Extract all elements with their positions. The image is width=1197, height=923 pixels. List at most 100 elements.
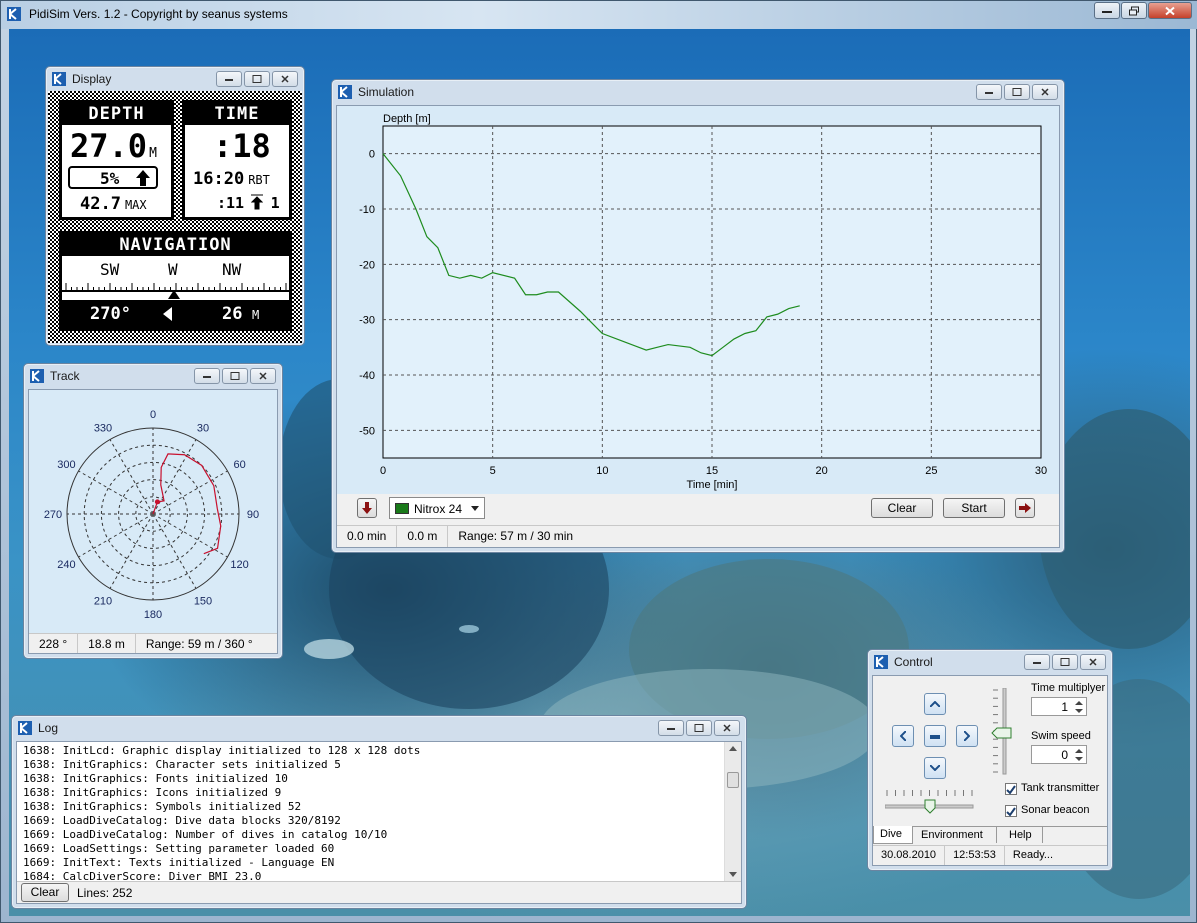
tab-dive[interactable]: Dive: [873, 826, 913, 844]
stop-button[interactable]: [924, 725, 946, 747]
sonar-beacon-label: Sonar beacon: [1021, 804, 1090, 816]
polar-angle-label: 300: [57, 459, 75, 471]
log-close-button[interactable]: [714, 720, 740, 736]
log-maximize-button[interactable]: [686, 720, 712, 736]
compass-dir-nw: NW: [222, 260, 242, 279]
display-close-button[interactable]: [272, 71, 298, 87]
compass-dir-sw: SW: [100, 260, 120, 279]
right-button[interactable]: [956, 725, 978, 747]
start-button[interactable]: Start: [943, 498, 1005, 518]
distance-value: 26: [222, 304, 243, 324]
down-button[interactable]: [924, 757, 946, 779]
window-icon: [874, 655, 888, 669]
simulation-minimize-button[interactable]: [976, 84, 1002, 100]
polar-angle-label: 330: [94, 422, 112, 434]
scroll-down-icon[interactable]: [729, 872, 737, 877]
depth-value: 27.0: [70, 127, 148, 165]
log-line: 1638: InitLcd: Graphic display initializ…: [23, 744, 421, 757]
ascent-rate-box: 5%: [68, 166, 158, 189]
display-maximize-button[interactable]: [244, 71, 270, 87]
sonar-beacon-checkbox[interactable]: [1005, 805, 1017, 817]
track-close-button[interactable]: [250, 368, 276, 384]
scroll-up-icon[interactable]: [729, 746, 737, 751]
turn-left-icon: [163, 307, 172, 321]
tank-transmitter-label: Tank transmitter: [1021, 782, 1100, 794]
control-close-button[interactable]: [1080, 654, 1106, 670]
control-client: Time multiplyer 1 Swim speed 0 Tank tran…: [872, 675, 1108, 866]
simulation-window: Simulation 0 5 10 15 20 25 30 0 -10 -20 -30 -40 -50 D…: [331, 79, 1065, 553]
swim-speed-spinner[interactable]: 0: [1031, 745, 1087, 764]
log-scrollbar[interactable]: [724, 742, 741, 881]
tank-transmitter-checkbox[interactable]: [1005, 783, 1017, 795]
time-multiplyer-spinner[interactable]: 1: [1031, 697, 1087, 716]
log-line: 1669: LoadDiveCatalog: Dive data blocks …: [23, 814, 341, 827]
chart-clear-button[interactable]: Clear: [871, 498, 933, 518]
track-distance: 18.8 m: [78, 634, 136, 653]
log-clear-button[interactable]: Clear: [21, 883, 69, 902]
window-icon: [30, 369, 44, 383]
left-button[interactable]: [892, 725, 914, 747]
arrow-down-icon: [362, 502, 372, 514]
descend-button[interactable]: [357, 498, 377, 518]
window-icon: [18, 721, 32, 735]
close-button[interactable]: [1148, 2, 1192, 19]
polar-spoke: [109, 439, 154, 515]
stop-count: 1: [270, 194, 280, 212]
log-title: Log: [38, 721, 59, 735]
chevron-down-icon: [929, 764, 941, 772]
depth-slider[interactable]: [991, 688, 1017, 784]
checkmark-icon: [1006, 785, 1016, 795]
simulation-maximize-button[interactable]: [1004, 84, 1030, 100]
track-range: Range: 59 m / 360 °: [145, 637, 253, 651]
control-time: 12:53:53: [945, 846, 1005, 865]
track-minimize-button[interactable]: [194, 368, 220, 384]
log-minimize-button[interactable]: [658, 720, 684, 736]
close-icon: [1089, 658, 1097, 666]
x-tick-label: 20: [816, 465, 828, 477]
spinner-arrows-icon[interactable]: [1074, 748, 1084, 762]
control-maximize-button[interactable]: [1052, 654, 1078, 670]
polar-angle-label: 90: [247, 509, 259, 521]
log-window: Log 1638: InitLcd: Graphic display initi…: [11, 715, 747, 909]
display-title: Display: [72, 72, 112, 86]
app-icon: [7, 7, 21, 21]
heading-value: 270°: [90, 304, 131, 324]
log-list: 1638: InitLcd: Graphic display initializ…: [17, 742, 741, 881]
tab-help[interactable]: Help: [1001, 827, 1043, 843]
dive-computer-lcd: DEPTH 27.0 M 5% 42.7 MAX TIME :18 16:20 …: [48, 91, 302, 343]
track-maximize-button[interactable]: [222, 368, 248, 384]
app-title: PidiSim Vers. 1.2 - Copyright by seanus …: [29, 7, 288, 21]
polar-spoke: [78, 470, 154, 515]
log-client: 1638: InitLcd: Graphic display initializ…: [16, 741, 742, 904]
navigation-footer: 270° 26 M: [62, 300, 289, 328]
display-minimize-button[interactable]: [216, 71, 242, 87]
direction-slider[interactable]: [885, 788, 977, 814]
log-line: 1669: LoadDiveCatalog: Number of dives i…: [23, 828, 388, 841]
time-header: TIME: [185, 103, 289, 125]
forward-button[interactable]: [1015, 498, 1035, 518]
ascend-stop-icon: [251, 194, 264, 210]
control-minimize-button[interactable]: [1024, 654, 1050, 670]
tab-environment[interactable]: Environment: [915, 827, 997, 843]
maximize-icon: [1060, 658, 1070, 666]
y-tick-label: -30: [359, 315, 375, 327]
maximize-button[interactable]: [1121, 2, 1147, 19]
y-tick-label: -20: [359, 259, 375, 271]
x-tick-label: 30: [1035, 465, 1047, 477]
log-title-bar: Log: [12, 716, 746, 740]
minimize-button[interactable]: [1094, 2, 1120, 19]
maximize-icon: [694, 724, 704, 732]
polar-angle-label: 180: [144, 609, 162, 621]
simulation-client: 0 5 10 15 20 25 30 0 -10 -20 -30 -40 -50 Depth [m] Tim…: [336, 105, 1060, 548]
scroll-thumb[interactable]: [727, 772, 739, 788]
simulation-close-button[interactable]: [1032, 84, 1058, 100]
window-icon: [52, 72, 66, 86]
gas-mix-select[interactable]: Nitrox 24: [389, 497, 485, 519]
compass-scale: [62, 283, 289, 299]
time-multiplyer-label: Time multiplyer: [1031, 682, 1106, 694]
up-button[interactable]: [924, 693, 946, 715]
depth-unit: M: [149, 146, 157, 161]
polar-angle-label: 30: [197, 422, 209, 434]
spinner-arrows-icon[interactable]: [1074, 700, 1084, 714]
y-axis-label: Depth [m]: [383, 113, 431, 125]
